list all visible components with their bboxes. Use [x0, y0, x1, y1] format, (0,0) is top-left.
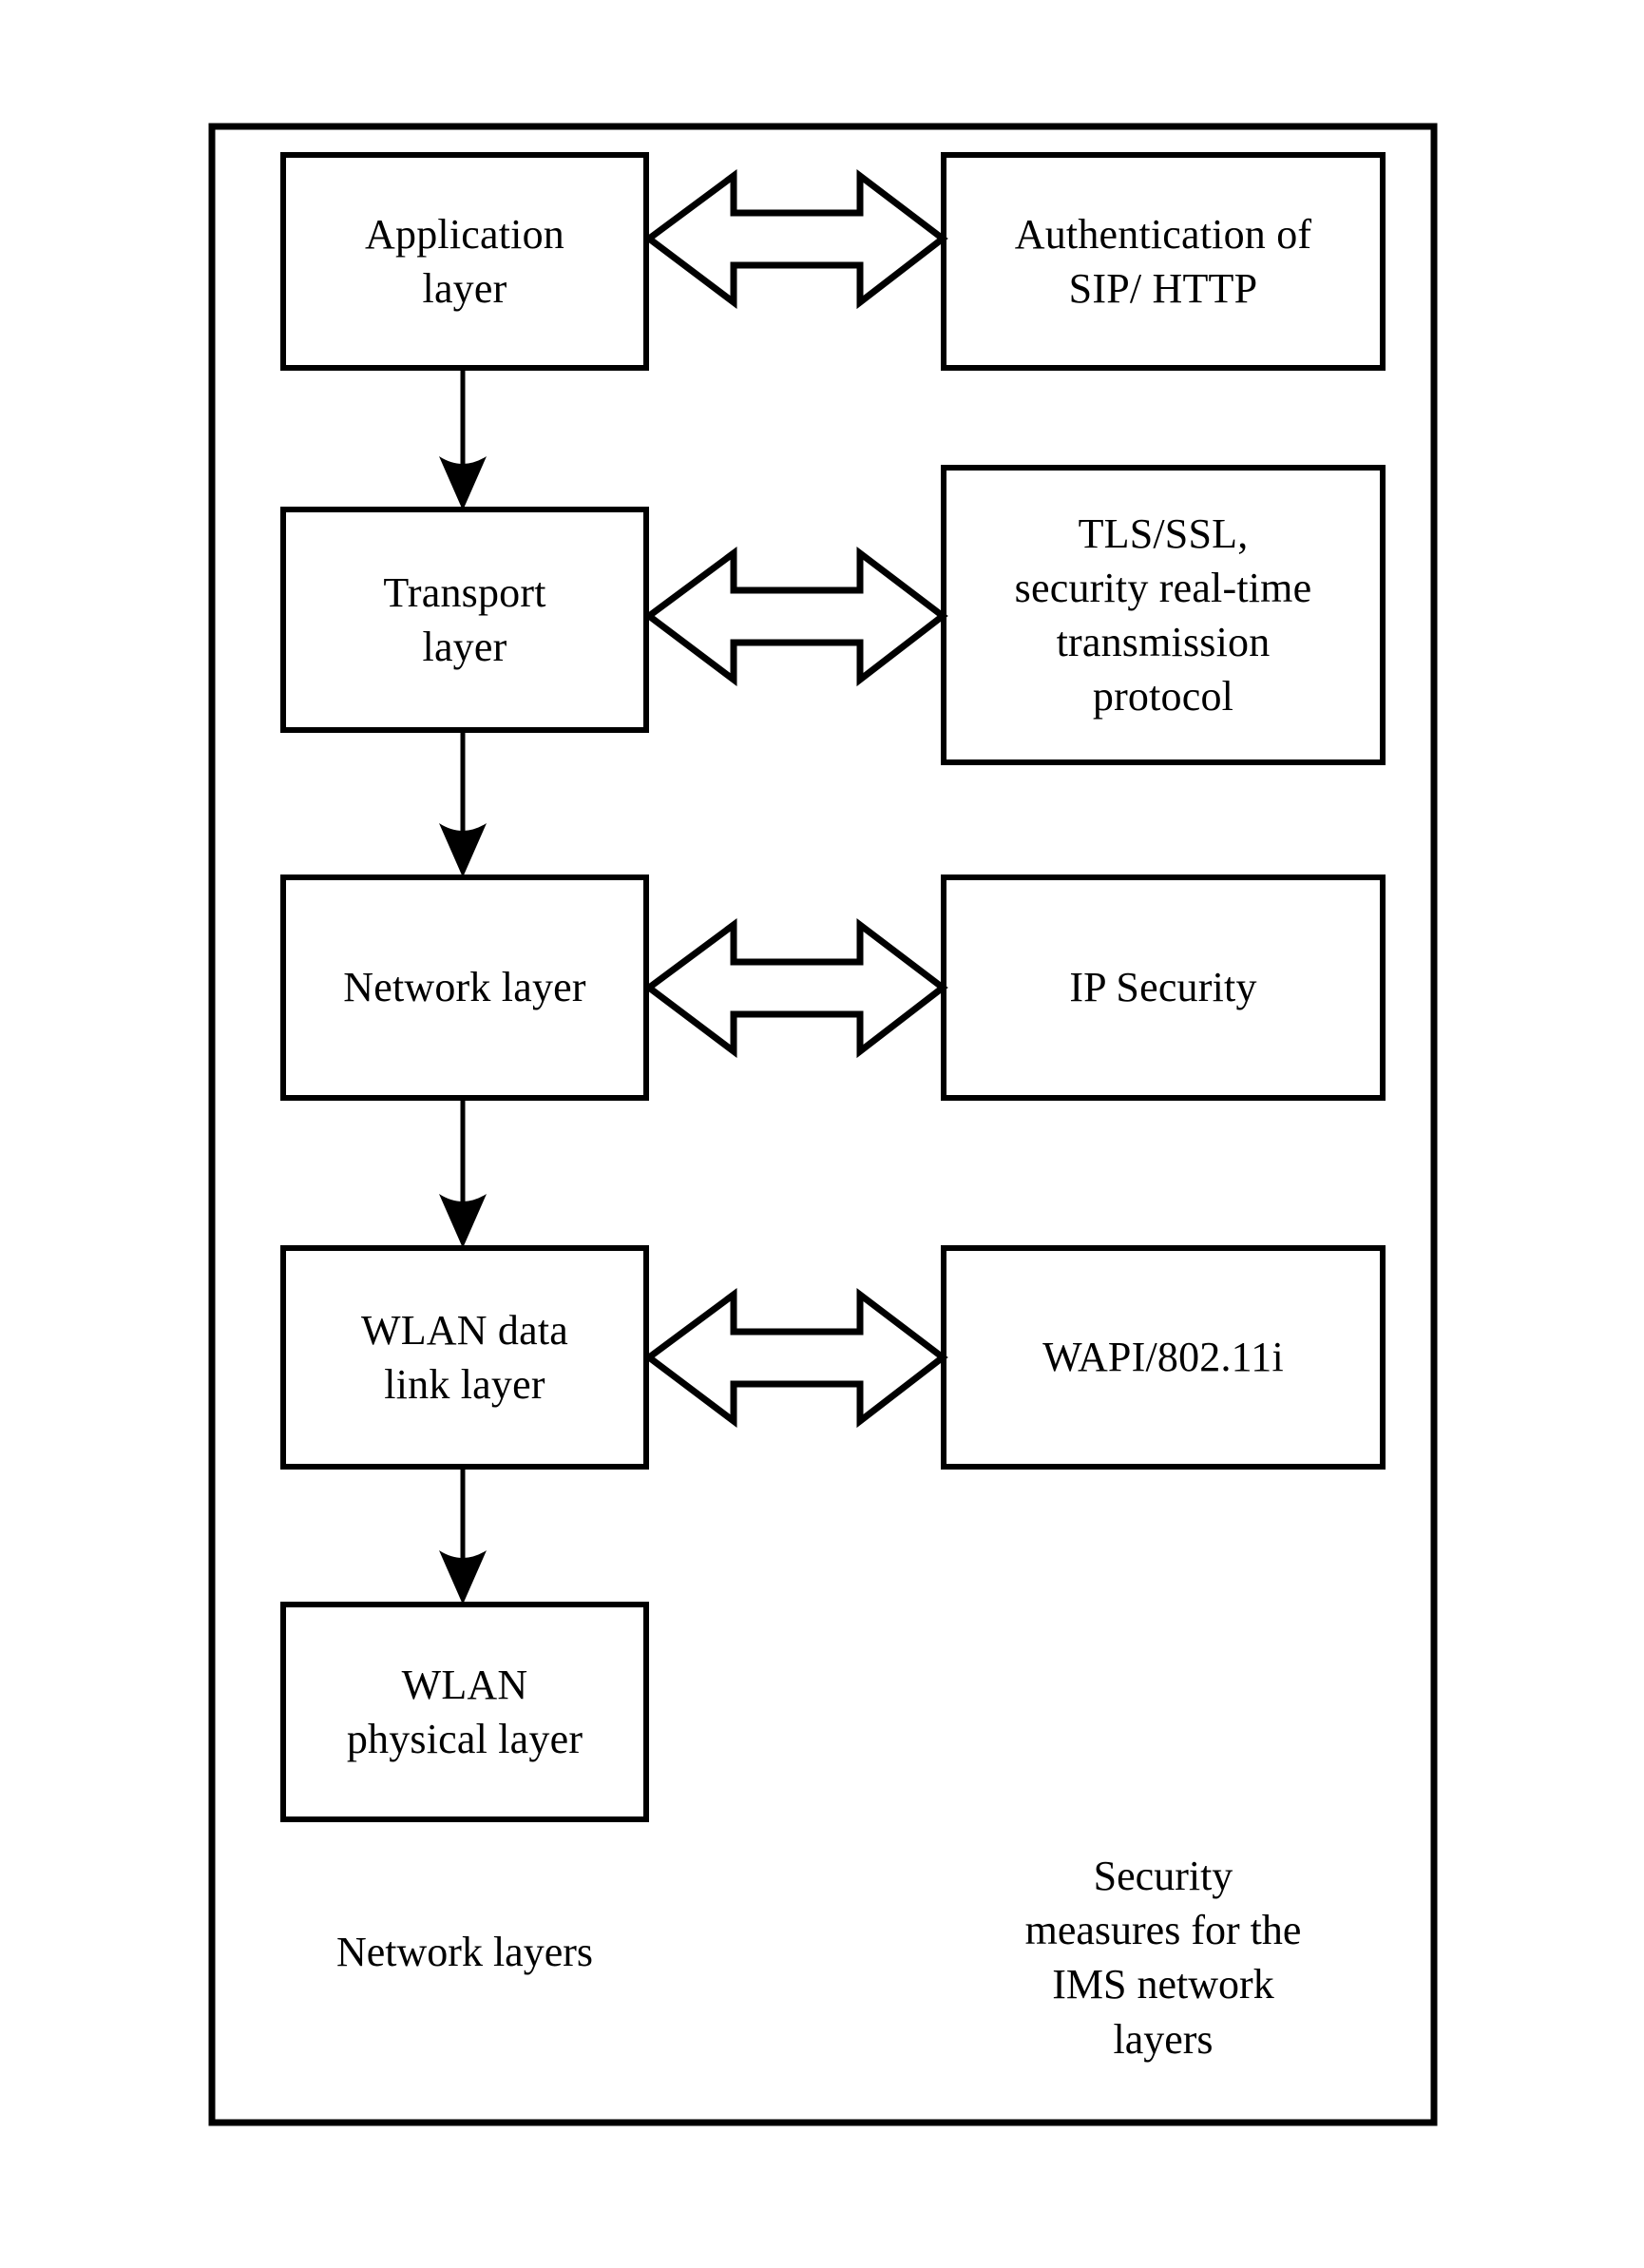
caption-security-measures: Security measures for the IMS network la…: [1024, 1853, 1302, 2063]
label-ip-security: IP Security: [1069, 964, 1257, 1011]
arrow-application-to-transport: [439, 368, 487, 510]
label-application-layer: Application layer: [365, 210, 564, 312]
diagram-canvas: Application layer Transport layer Networ…: [0, 0, 1644, 2268]
double-arrow-application-authentication[interactable]: [643, 168, 948, 310]
arrow-transport-to-network: [439, 730, 487, 877]
label-authentication-sip-http: Authentication of SIP/ HTTP: [1014, 210, 1312, 312]
double-arrow-wlan-wapi[interactable]: [643, 1287, 948, 1429]
label-wlan-data-link-layer: WLAN data link layer: [360, 1306, 569, 1408]
double-arrow-transport-tls[interactable]: [643, 546, 948, 687]
outer-border: [208, 123, 1438, 2126]
arrow-network-to-wlan-data-link: [439, 1098, 487, 1248]
double-arrow-network-ipsecurity[interactable]: [643, 917, 948, 1059]
label-wapi-802-11i: WAPI/802.11i: [1042, 1334, 1284, 1381]
label-tls-ssl-srtp: TLS/SSL, security real-time transmission…: [1014, 509, 1312, 721]
label-network-layer: Network layer: [343, 964, 586, 1011]
arrow-wlan-data-link-to-wlan-physical: [439, 1467, 487, 1605]
label-transport-layer: Transport layer: [383, 568, 546, 670]
diagram-vector-layer: [208, 123, 1438, 2126]
caption-network-layers: Network layers: [335, 1929, 593, 1975]
label-wlan-physical-layer: WLAN physical layer: [346, 1661, 583, 1762]
